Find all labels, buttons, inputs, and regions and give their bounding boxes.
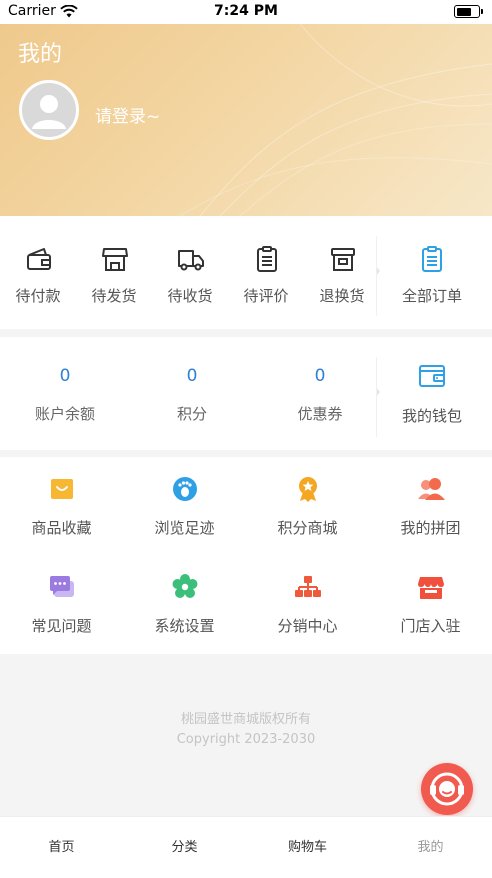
service-label: 常见问题 — [31, 617, 92, 635]
service-label: 门店入驻 — [400, 617, 461, 635]
store-icon — [102, 248, 128, 271]
tab-category[interactable]: 分类 — [123, 817, 246, 878]
account-balance[interactable]: 0 账户余额 — [0, 337, 130, 450]
login-prompt[interactable]: 请登录~ — [95, 102, 160, 127]
balance-value: 0 — [59, 366, 71, 386]
bottom-tab-bar: 首页 分类 购物车 我的 — [0, 816, 492, 878]
points-value: 0 — [186, 366, 198, 386]
group-users-icon — [418, 478, 445, 500]
truck-icon — [178, 250, 204, 271]
points[interactable]: 0 积分 — [127, 337, 257, 450]
order-item-label: 待评价 — [243, 287, 289, 305]
order-pending-review[interactable]: 待评价 — [228, 216, 304, 329]
status-bar: Carrier 7:24 PM — [0, 0, 492, 24]
my-wallet-label: 我的钱包 — [401, 407, 462, 425]
copyright-line1: 桃园盛世商城版权所有 — [180, 712, 311, 727]
order-item-label: 退换货 — [319, 287, 365, 305]
service-points-mall[interactable]: 积分商城 — [246, 457, 369, 555]
customer-service-button[interactable] — [421, 763, 473, 815]
service-label: 我的拼团 — [400, 519, 461, 537]
storefront-icon — [418, 577, 444, 599]
service-settings[interactable]: 系统设置 — [123, 555, 246, 653]
service-distribution[interactable]: 分销中心 — [246, 555, 369, 653]
order-list-icon — [422, 246, 442, 272]
coupons-label: 优惠券 — [297, 405, 343, 423]
divider-shadow — [376, 357, 380, 437]
services-grid: 商品收藏 浏览足迹 积分商城 我的拼团 常见问题 系统设置 分销中心 门店入驻 — [0, 457, 492, 654]
order-status-card: 待付款 待发货 待收货 待评价 退换货 全部订单 — [0, 216, 492, 329]
profile-header: 我的 请登录~ — [0, 24, 492, 216]
footprint-icon — [173, 477, 197, 501]
favorites-bag-icon — [51, 479, 73, 499]
wallet-icon — [27, 248, 51, 270]
service-label: 积分商城 — [277, 519, 338, 537]
wallet-card: 0 账户余额 0 积分 0 优惠券 我的钱包 — [0, 337, 492, 450]
clipboard-icon — [257, 246, 277, 272]
service-favorites[interactable]: 商品收藏 — [0, 457, 123, 555]
battery-icon — [454, 5, 483, 18]
order-item-label: 待发货 — [91, 287, 137, 305]
divider-shadow — [376, 236, 380, 316]
points-label: 积分 — [176, 405, 207, 423]
coupons-value: 0 — [314, 366, 326, 386]
service-label: 浏览足迹 — [154, 519, 215, 537]
service-label: 商品收藏 — [31, 519, 92, 537]
order-pending-receipt[interactable]: 待收货 — [152, 216, 228, 329]
wallet-icon — [419, 365, 445, 387]
balance-label: 账户余额 — [34, 405, 95, 423]
service-store-join[interactable]: 门店入驻 — [369, 555, 492, 653]
all-orders-label: 全部订单 — [401, 287, 462, 305]
order-returns[interactable]: 退换货 — [304, 216, 380, 329]
hierarchy-icon — [295, 576, 321, 597]
service-history[interactable]: 浏览足迹 — [123, 457, 246, 555]
order-pending-shipment[interactable]: 待发货 — [76, 216, 152, 329]
avatar[interactable] — [19, 80, 79, 140]
order-pending-payment[interactable]: 待付款 — [0, 216, 76, 329]
headset-icon — [430, 772, 464, 806]
order-item-label: 待付款 — [15, 287, 61, 305]
service-label: 系统设置 — [154, 617, 215, 635]
medal-icon — [299, 477, 317, 502]
service-faq[interactable]: 常见问题 — [0, 555, 123, 653]
service-group-buy[interactable]: 我的拼团 — [369, 457, 492, 555]
gear-flower-icon — [172, 574, 198, 598]
service-label: 分销中心 — [277, 617, 338, 635]
tab-cart[interactable]: 购物车 — [246, 817, 369, 878]
all-orders-button[interactable]: 全部订单 — [382, 216, 482, 329]
copyright-line2: Copyright 2023-2030 — [176, 732, 316, 747]
user-silhouette-icon — [32, 95, 66, 129]
archive-box-icon — [331, 248, 355, 271]
tab-home[interactable]: 首页 — [0, 817, 123, 878]
page-title: 我的 — [18, 42, 63, 67]
coupons[interactable]: 0 优惠券 — [255, 337, 385, 450]
my-wallet-button[interactable]: 我的钱包 — [382, 337, 482, 450]
status-time: 7:24 PM — [214, 3, 278, 19]
tab-mine[interactable]: 我的 — [369, 817, 492, 878]
chat-bubble-icon — [50, 576, 74, 597]
order-item-label: 待收货 — [167, 287, 213, 305]
copyright: 桃园盛世商城版权所有 Copyright 2023-2030 — [0, 710, 492, 750]
